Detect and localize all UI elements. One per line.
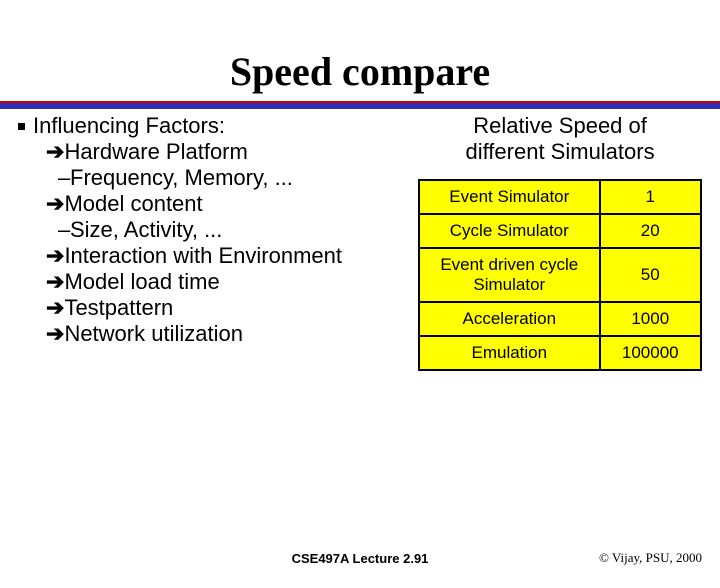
cell-name: Cycle Simulator	[419, 214, 599, 248]
item-1-sub: – Size, Activity, ...	[18, 217, 410, 243]
table-title-line2: different Simulators	[465, 139, 654, 164]
table-row: Event Simulator 1	[419, 180, 701, 214]
cell-name: Event driven cycle Simulator	[419, 248, 599, 302]
item-0-label: Hardware Platform	[64, 139, 247, 164]
speed-table: Event Simulator 1 Cycle Simulator 20 Eve…	[418, 179, 702, 371]
heading-row: Influencing Factors:	[18, 113, 410, 139]
item-0-sub: – Frequency, Memory, ...	[18, 165, 410, 191]
item-3-label: Model load time	[64, 269, 219, 294]
arrow-icon: ➔	[46, 191, 64, 216]
item-1-label: Model content	[64, 191, 202, 216]
dash-icon: –	[58, 217, 70, 243]
item-3: ➔Model load time	[18, 269, 410, 295]
cell-value: 20	[600, 214, 702, 248]
table-row: Acceleration 1000	[419, 302, 701, 336]
table-title-line1: Relative Speed of	[473, 113, 647, 138]
table-row: Cycle Simulator 20	[419, 214, 701, 248]
item-4-label: Testpattern	[64, 295, 173, 320]
cell-value: 100000	[600, 336, 702, 370]
slide-title: Speed compare	[0, 48, 720, 95]
title-divider	[0, 103, 720, 109]
item-1-sub-label: Size, Activity, ...	[70, 217, 222, 242]
cell-value: 1000	[600, 302, 702, 336]
cell-name: Emulation	[419, 336, 599, 370]
left-column: Influencing Factors: ➔Hardware Platform …	[18, 113, 410, 371]
arrow-icon: ➔	[46, 321, 64, 346]
item-0: ➔Hardware Platform	[18, 139, 410, 165]
item-2-label: Interaction with Environment	[64, 243, 342, 268]
item-4: ➔Testpattern	[18, 295, 410, 321]
table-title: Relative Speed of different Simulators	[418, 113, 702, 165]
arrow-icon: ➔	[46, 269, 64, 294]
content-area: Influencing Factors: ➔Hardware Platform …	[0, 109, 720, 371]
item-0-sub-label: Frequency, Memory, ...	[70, 165, 293, 190]
cell-value: 1	[600, 180, 702, 214]
arrow-icon: ➔	[46, 139, 64, 164]
table-row: Event driven cycle Simulator 50	[419, 248, 701, 302]
cell-name: Event Simulator	[419, 180, 599, 214]
square-bullet-icon	[18, 123, 25, 130]
footer-right: © Vijay, PSU, 2000	[599, 550, 702, 566]
dash-icon: –	[58, 165, 70, 191]
left-heading: Influencing Factors:	[33, 113, 225, 139]
item-5-label: Network utilization	[64, 321, 243, 346]
item-2: ➔Interaction with Environment	[18, 243, 410, 269]
right-column: Relative Speed of different Simulators E…	[410, 113, 702, 371]
cell-value: 50	[600, 248, 702, 302]
arrow-icon: ➔	[46, 295, 64, 320]
cell-name: Acceleration	[419, 302, 599, 336]
item-5: ➔Network utilization	[18, 321, 410, 347]
arrow-icon: ➔	[46, 243, 64, 268]
item-1: ➔Model content	[18, 191, 410, 217]
table-row: Emulation 100000	[419, 336, 701, 370]
